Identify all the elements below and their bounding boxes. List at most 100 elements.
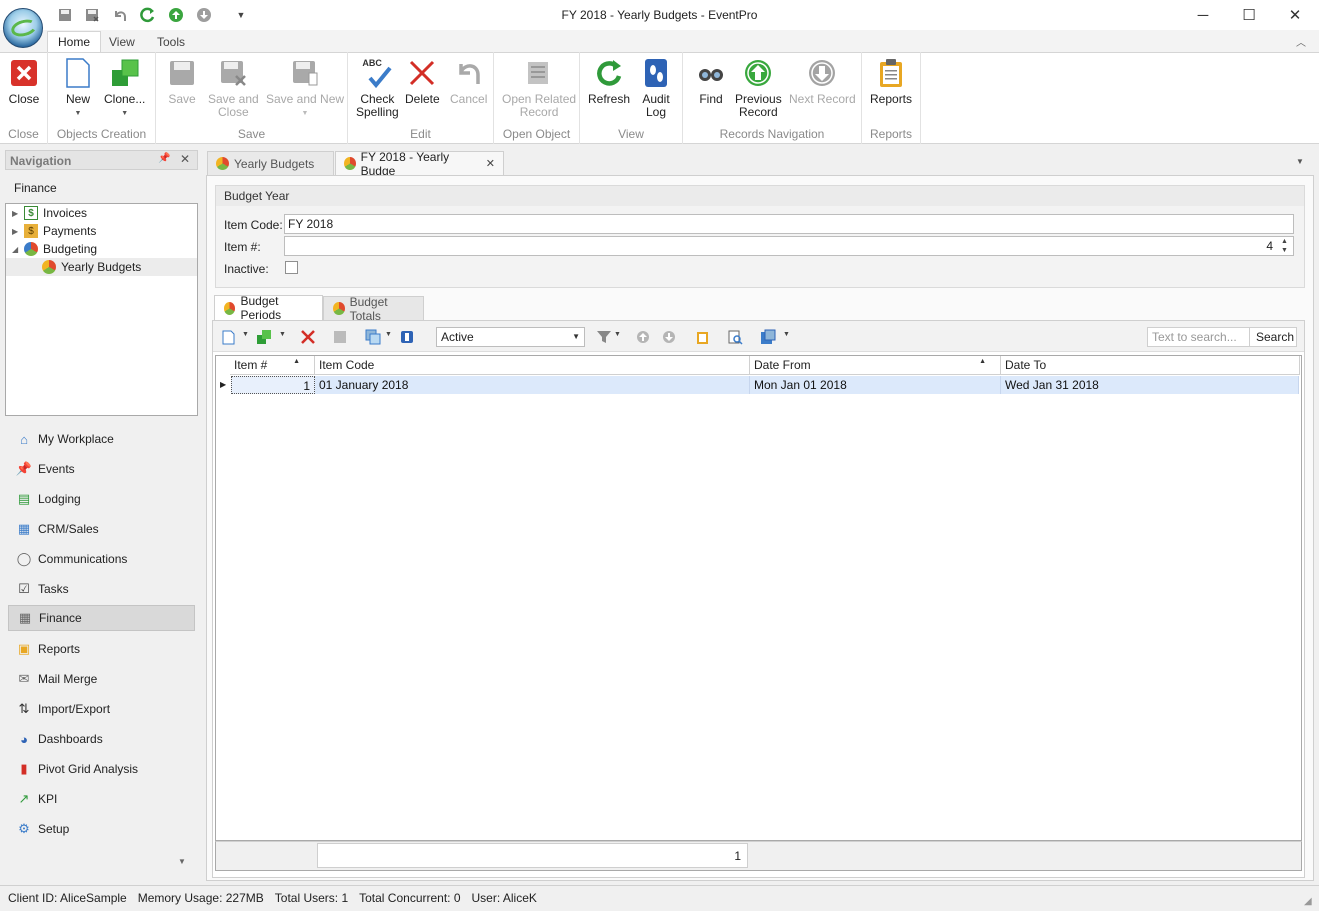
cell-date-from[interactable]: Mon Jan 01 2018 (750, 376, 1001, 394)
move-down-icon[interactable] (660, 328, 678, 346)
save-icon[interactable] (55, 5, 75, 25)
find-button[interactable]: Find (695, 57, 727, 106)
customize-toolbar-icon[interactable]: ▼ (231, 5, 251, 25)
cell-item-code[interactable]: 01 January 2018 (315, 376, 750, 394)
expand-icon[interactable]: ▶ (12, 209, 22, 218)
audit-log-button[interactable]: Audit Log (640, 57, 672, 119)
save-and-close-button[interactable]: Save and Close (208, 57, 259, 119)
maximize-button[interactable]: ☐ (1226, 0, 1272, 30)
nav-tasks[interactable]: ☑ Tasks (8, 576, 195, 602)
tree-item-payments[interactable]: ▶ $ Payments (12, 222, 96, 240)
previous-record-button[interactable]: Previous Record (735, 57, 782, 119)
tab-yearly-budgets[interactable]: Yearly Budgets (207, 151, 334, 175)
nav-events[interactable]: 📌 Events (8, 456, 195, 482)
chevron-down-icon[interactable]: ▼ (242, 331, 249, 338)
tab-budget-totals[interactable]: Budget Totals (323, 295, 424, 323)
nav-my-workplace[interactable]: ⌂ My Workplace (8, 426, 195, 452)
clone-icon[interactable] (255, 328, 273, 346)
tree-item-invoices[interactable]: ▶ $ Invoices (12, 204, 87, 222)
nav-lodging[interactable]: ▤ Lodging (8, 486, 195, 512)
nav-crm-sales[interactable]: ▦ CRM/Sales (8, 516, 195, 542)
resize-grip-icon[interactable]: ◢ (1304, 896, 1312, 907)
nav-import-export[interactable]: ⇅ Import/Export (8, 696, 195, 722)
chevron-down-icon[interactable]: ▼ (279, 331, 286, 338)
delete-button[interactable]: Delete (405, 57, 440, 106)
previous-record-icon[interactable] (166, 5, 186, 25)
filter-icon[interactable] (595, 328, 613, 346)
nav-pivot-grid-analysis[interactable]: ▮ Pivot Grid Analysis (8, 756, 195, 782)
new-document-icon[interactable] (219, 328, 237, 346)
nav-communications[interactable]: ◯ Communications (8, 546, 195, 572)
cell-date-to[interactable]: Wed Jan 31 2018 (1001, 376, 1299, 394)
import-export-icon: ⇅ (18, 701, 30, 716)
pin-icon[interactable]: 📌 (158, 153, 170, 164)
next-record-icon[interactable] (194, 5, 214, 25)
close-button[interactable]: Close (8, 57, 40, 106)
nav-kpi[interactable]: ↗ KPI (8, 786, 195, 812)
close-tab-icon[interactable]: ✕ (486, 157, 495, 170)
tab-list-chevron-icon[interactable]: ▼ (1296, 157, 1304, 166)
column-header-item-number[interactable]: Item # ▲ (230, 356, 315, 375)
tab-tools[interactable]: Tools (147, 31, 195, 53)
column-header-date-from[interactable]: Date From ▲ (750, 356, 1001, 375)
save-close-icon[interactable] (82, 5, 102, 25)
minimize-button[interactable]: ─ (1180, 0, 1226, 30)
nav-label-lodging: Lodging (38, 492, 81, 506)
cell-item-number[interactable]: 1 (231, 376, 315, 394)
spin-buttons-icon[interactable]: ▲ ▼ (1281, 237, 1288, 255)
refresh-button[interactable]: Refresh (588, 57, 630, 106)
item-code-field[interactable]: FY 2018 (284, 214, 1294, 234)
refresh-icon[interactable] (138, 5, 158, 25)
report-icon[interactable] (693, 328, 711, 346)
tab-budget-periods[interactable]: Budget Periods (214, 294, 323, 322)
open-related-record-button[interactable]: Open Related Record (502, 57, 576, 119)
collapse-ribbon-icon[interactable]: ︿ (1296, 34, 1306, 49)
chevron-down-icon[interactable]: ▼ (614, 331, 621, 338)
copy-records-icon[interactable] (364, 328, 382, 346)
check-spelling-button[interactable]: ABC Check Spelling (356, 57, 399, 119)
tab-fy-2018[interactable]: FY 2018 - Yearly Budge ✕ (335, 150, 504, 178)
inactive-checkbox[interactable] (285, 261, 298, 274)
export-icon[interactable] (759, 328, 777, 346)
tab-view[interactable]: View (99, 31, 145, 53)
new-button[interactable]: New ▼ (62, 57, 94, 120)
preview-icon[interactable] (726, 328, 744, 346)
reports-button[interactable]: Reports (870, 57, 912, 106)
undo-icon[interactable] (110, 5, 130, 25)
status-filter-select[interactable]: Active ▼ (436, 327, 585, 347)
cancel-button[interactable]: Cancel (450, 57, 487, 106)
nav-mail-merge[interactable]: ✉ Mail Merge (8, 666, 195, 692)
search-input[interactable]: Text to search... (1147, 327, 1250, 347)
nav-setup[interactable]: ⚙ Setup (8, 816, 195, 842)
bookmark-icon[interactable] (398, 328, 416, 346)
save-button[interactable]: Save (166, 57, 198, 106)
expand-icon[interactable]: ▶ (12, 227, 22, 236)
navigation-section-title: Finance (14, 181, 57, 195)
nav-finance[interactable]: ▦ Finance (8, 605, 195, 631)
tab-home[interactable]: Home (47, 31, 102, 53)
chevron-down-icon[interactable]: ▼ (783, 331, 790, 338)
spellcheck-icon: ABC (361, 57, 393, 89)
nav-options-chevron-icon[interactable]: ▼ (178, 857, 186, 866)
chevron-down-icon[interactable]: ▼ (385, 331, 392, 338)
tab-label-budget-periods: Budget Periods (240, 294, 282, 322)
nav-dashboards[interactable]: ◕ Dashboards (8, 726, 195, 752)
search-button[interactable]: Search (1250, 327, 1297, 347)
clone-button[interactable]: Clone... ▼ (104, 57, 145, 120)
column-header-item-code[interactable]: Item Code (315, 356, 750, 375)
move-up-icon[interactable] (634, 328, 652, 346)
item-number-field[interactable]: 4 (284, 236, 1294, 256)
next-record-button[interactable]: Next Record (789, 57, 856, 106)
nav-reports[interactable]: ▣ Reports (8, 636, 195, 662)
binoculars-icon (695, 57, 727, 89)
close-pane-icon[interactable]: ✕ (180, 152, 190, 166)
open-record-icon[interactable] (331, 328, 349, 346)
collapse-icon[interactable]: ◢ (12, 245, 22, 254)
close-window-button[interactable]: ✕ (1272, 0, 1318, 30)
tree-item-yearly-budgets[interactable]: Yearly Budgets (6, 258, 197, 276)
delete-icon[interactable] (299, 328, 317, 346)
tree-item-budgeting[interactable]: ◢ Budgeting (12, 240, 97, 258)
application-menu-button[interactable] (3, 8, 43, 48)
column-header-date-to[interactable]: Date To (1001, 356, 1300, 375)
save-and-new-button[interactable]: Save and New ▼ (266, 57, 344, 120)
